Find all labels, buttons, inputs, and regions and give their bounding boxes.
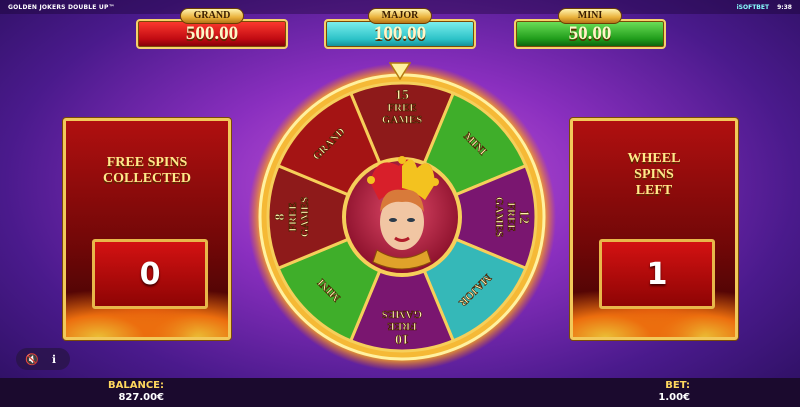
jackpot-major: MAJOR 100.00 — [324, 8, 476, 50]
info-icon[interactable]: ℹ — [46, 353, 62, 366]
jackpot-label: MINI — [558, 8, 622, 24]
wheel-spins-panel: WHEEL SPINS LEFT 1 — [570, 118, 738, 340]
bonus-wheel[interactable]: 15 FREE GAMES MINI 12FREEGAMES MAJOR 10FREEGAM… — [247, 62, 557, 372]
game-title: GOLDEN JOKERS DOUBLE UP™ — [8, 3, 115, 11]
balance-display: BALANCE: 827.00€ — [108, 380, 164, 404]
jackpot-mini: MINI 50.00 — [514, 8, 666, 50]
jackpot-label: GRAND — [180, 8, 244, 24]
balance-label: BALANCE: — [108, 380, 165, 391]
balance-value: 827.00€ — [118, 392, 165, 403]
jackpot-grand: GRAND 500.00 — [136, 8, 288, 50]
top-right-info: iSOFTBET 9:38 — [737, 4, 792, 11]
panel-title: WHEEL SPINS LEFT — [627, 151, 681, 198]
bet-label: BET: — [665, 380, 690, 391]
free-spins-panel: FREE SPINS COLLECTED 0 — [63, 118, 231, 340]
clock: 9:38 — [777, 3, 792, 11]
speaker-mute-icon[interactable]: 🔇 — [24, 353, 40, 366]
bet-display: BET: 1.00€ — [658, 380, 690, 404]
wheel-spins-counter: 1 — [599, 239, 715, 309]
wheel-pointer-icon — [389, 62, 411, 80]
brand-logo: iSOFTBET — [736, 3, 770, 11]
bet-value: 1.00€ — [658, 392, 690, 403]
jackpot-label: MAJOR — [368, 8, 432, 24]
free-spins-counter: 0 — [92, 239, 208, 309]
wheel-graphic: 15 FREE GAMESMINI12FREEGAMESMAJOR10FREEGAM… — [248, 63, 556, 371]
panel-title: FREE SPINS COLLECTED — [103, 155, 191, 186]
control-pill: 🔇 ℹ — [16, 348, 70, 370]
